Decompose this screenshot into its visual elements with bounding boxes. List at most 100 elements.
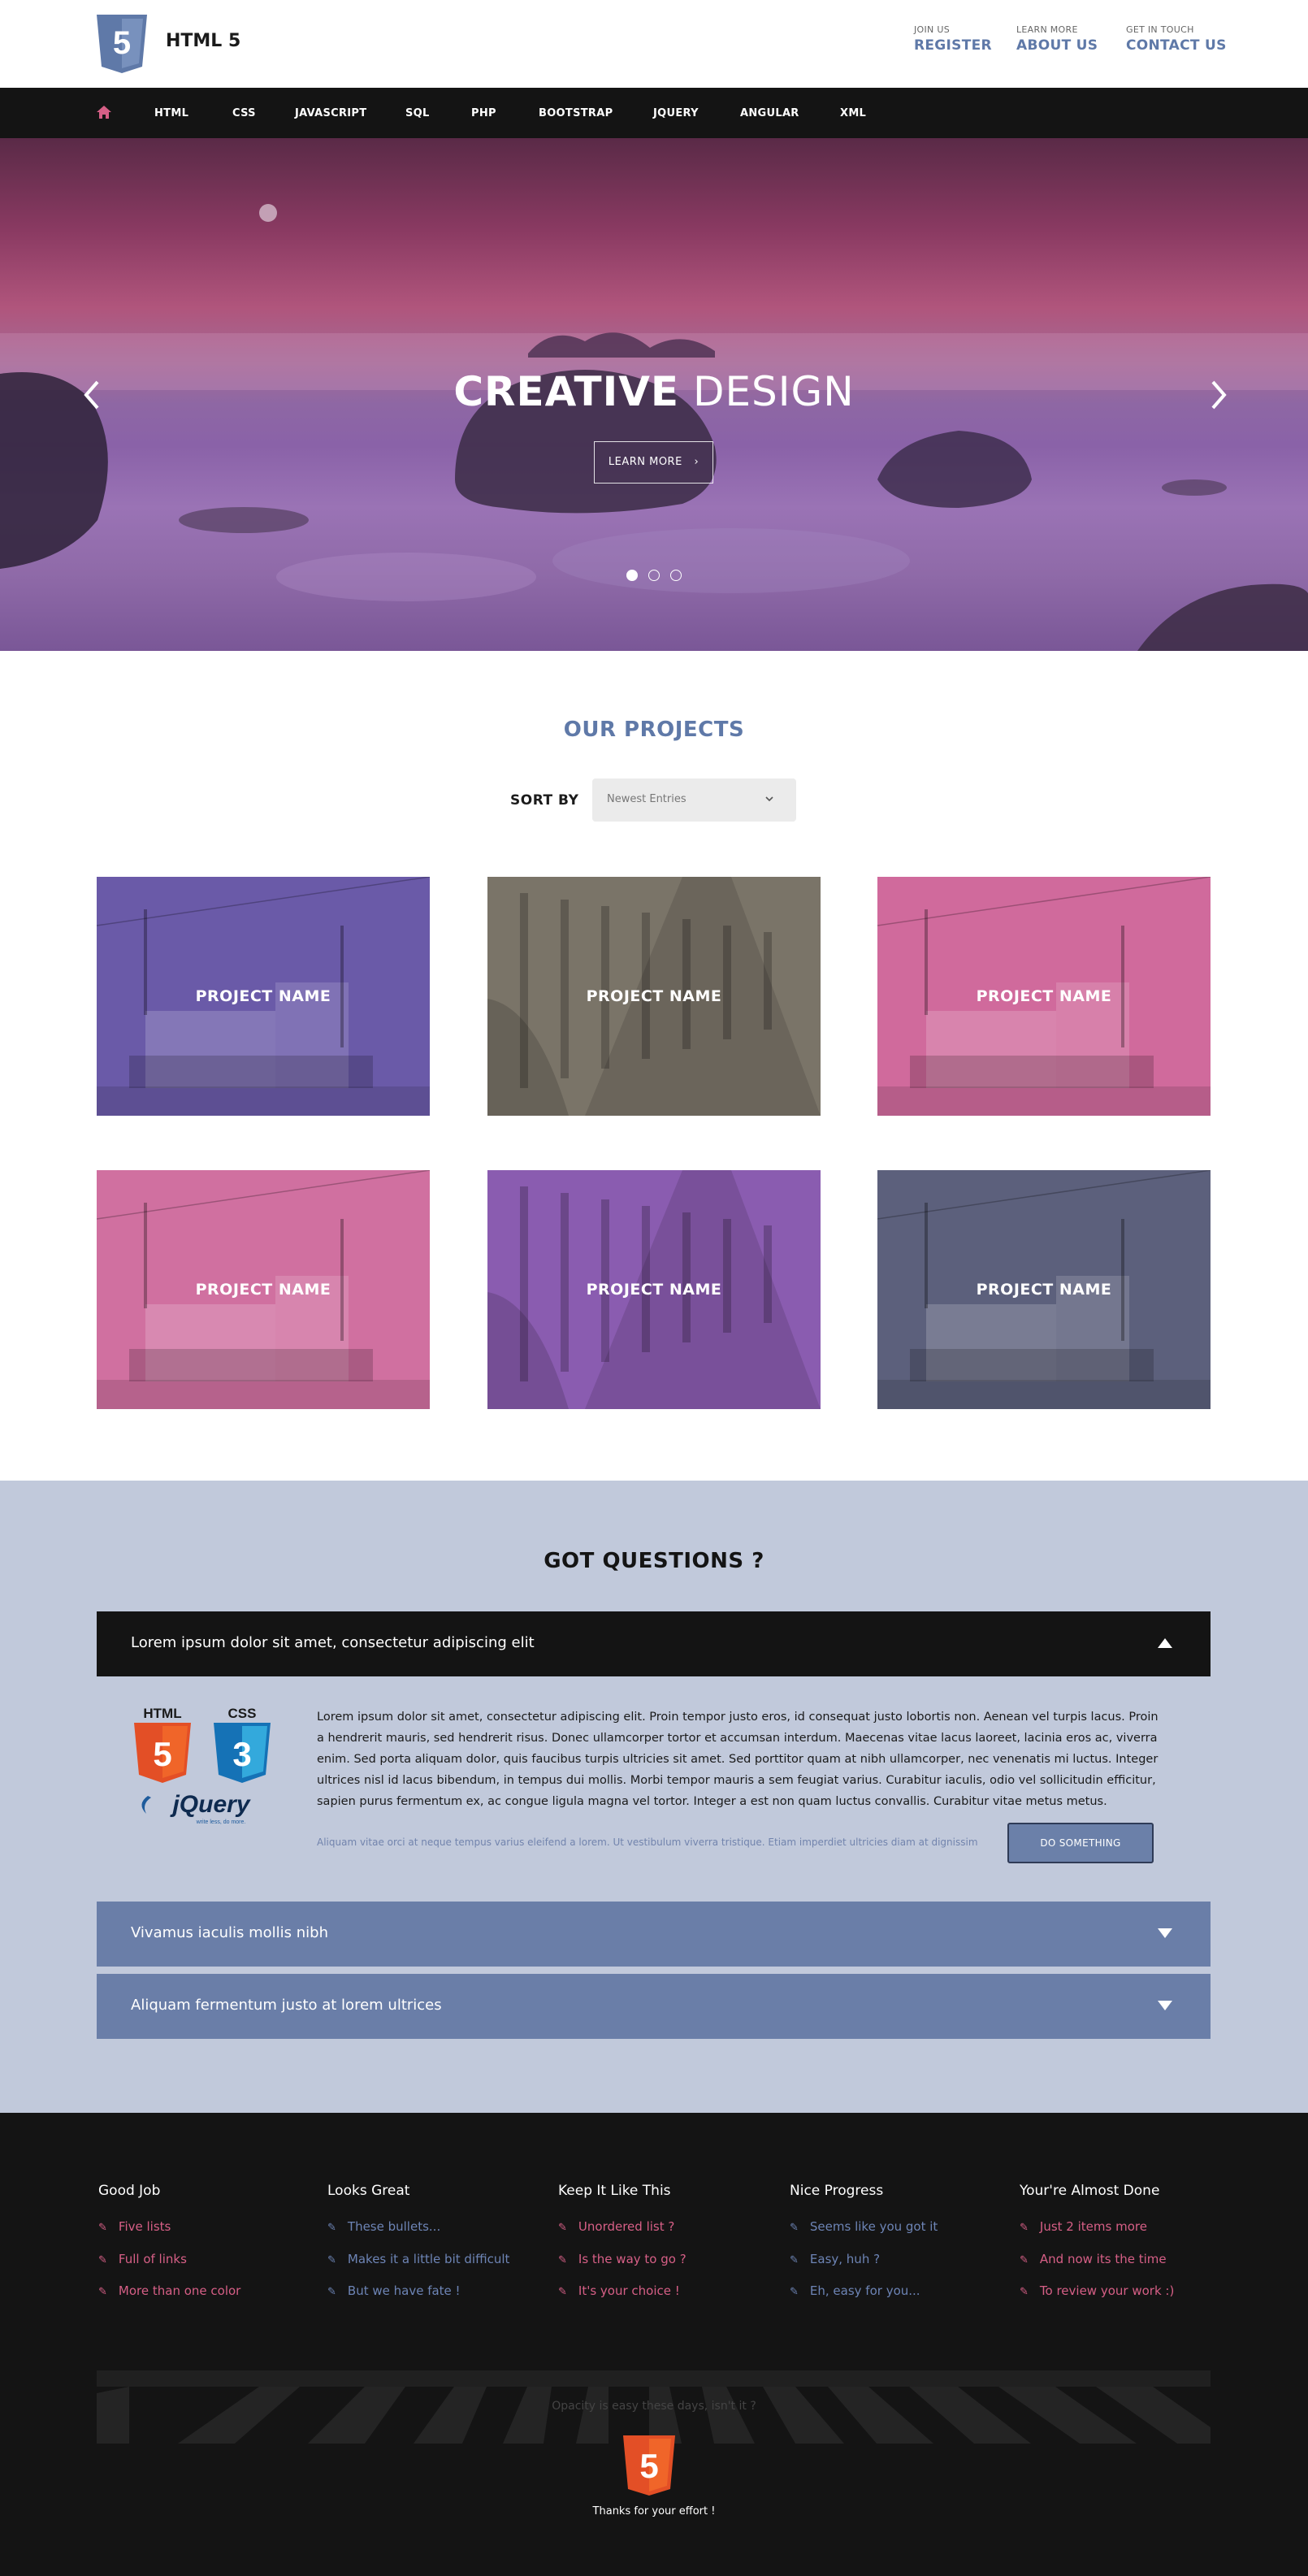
nav-item-xml[interactable]: XML: [840, 107, 866, 119]
svg-text:3: 3: [232, 1735, 251, 1773]
footer-link[interactable]: ✎ Just 2 items more: [1020, 2219, 1147, 2234]
home-icon[interactable]: [97, 106, 111, 119]
nav-item-html[interactable]: HTML: [154, 107, 188, 119]
sort-select-value: Newest Entries: [607, 793, 686, 805]
nav-item-jquery[interactable]: JQUERY: [653, 107, 699, 119]
about-label[interactable]: ABOUT US: [1016, 37, 1098, 54]
footer-link[interactable]: ✎ But we have fate !: [327, 2283, 461, 2298]
footer-link[interactable]: ✎ Makes it a little bit difficult: [327, 2252, 509, 2266]
contact-link[interactable]: GET IN TOUCH CONTACT US: [1126, 24, 1227, 54]
site-name[interactable]: HTML 5: [166, 31, 240, 51]
project-card[interactable]: PROJECT NAME: [487, 877, 821, 1116]
contact-label[interactable]: CONTACT US: [1126, 37, 1227, 54]
jquery-swirl-icon: [141, 1796, 151, 1814]
register-caption: JOIN US: [914, 24, 951, 35]
accordion-open-label: Lorem ipsum dolor sit amet, consectetur …: [131, 1634, 535, 1651]
footer-link[interactable]: ✎ Seems like you got it: [790, 2219, 938, 2234]
footer-link-label: But we have fate !: [347, 2283, 461, 2298]
html5-logo-icon[interactable]: 5: [97, 15, 147, 73]
nav-item-bootstrap[interactable]: BOOTSTRAP: [539, 107, 613, 119]
footer-link[interactable]: ✎ Eh, easy for you...: [790, 2283, 920, 2298]
project-card[interactable]: PROJECT NAME: [487, 1170, 821, 1409]
triangle-down-icon: [1158, 2001, 1172, 2010]
about-caption: LEARN MORE: [1016, 24, 1078, 35]
footer-link-label: Makes it a little bit difficult: [347, 2252, 510, 2266]
footer-link[interactable]: ✎ These bullets...: [327, 2219, 440, 2234]
footer-link-label: Full of links: [118, 2252, 187, 2266]
hero-title: CREATIVE DESIGN: [0, 368, 1308, 415]
sort-select[interactable]: Newest Entries: [592, 778, 796, 822]
footer-link-label: Seems like you got it: [809, 2219, 938, 2234]
register-link[interactable]: JOIN US REGISTER: [914, 24, 992, 54]
footer-link[interactable]: ✎ Full of links: [98, 2252, 187, 2266]
footer-link-label: Easy, huh ?: [809, 2252, 881, 2266]
about-link[interactable]: LEARN MORE ABOUT US: [1016, 24, 1098, 54]
pencil-icon: ✎: [1020, 2222, 1029, 2234]
thanks-text: Thanks for your effort !: [592, 2505, 716, 2517]
pencil-icon: ✎: [327, 2286, 336, 2298]
project-name: PROJECT NAME: [586, 987, 722, 1005]
accordion-footnote: Aliquam vitae orci at neque tempus variu…: [317, 1837, 978, 1848]
footer-link-label: And now its the time: [1039, 2252, 1167, 2266]
register-label[interactable]: REGISTER: [914, 37, 992, 54]
project-name: PROJECT NAME: [976, 987, 1112, 1005]
main-nav: HTML CSS JAVASCRIPT SQL PHP BOOTSTRAP JQ…: [0, 88, 1308, 138]
triangle-up-icon: [1158, 1638, 1172, 1648]
footer-link[interactable]: ✎ More than one color: [98, 2283, 240, 2298]
footer-link[interactable]: ✎ Is the way to go ?: [558, 2252, 686, 2266]
pencil-icon: ✎: [558, 2286, 567, 2298]
project-card[interactable]: PROJECT NAME: [97, 1170, 430, 1409]
nav-item-sql[interactable]: SQL: [405, 107, 430, 119]
pencil-icon: ✎: [558, 2222, 567, 2234]
pencil-icon: ✎: [98, 2286, 107, 2298]
triangle-down-icon: [1158, 1928, 1172, 1938]
footer-logo-digit: 5: [639, 2447, 658, 2485]
slider-dot-3[interactable]: [670, 570, 682, 581]
slider-dot-1[interactable]: [626, 570, 638, 581]
footer-column-title: Keep It Like This: [558, 2183, 671, 2199]
project-card[interactable]: PROJECT NAME: [877, 1170, 1211, 1409]
chevron-down-icon: [765, 796, 773, 802]
project-card[interactable]: PROJECT NAME: [97, 877, 430, 1116]
do-something-button[interactable]: DO SOMETHING: [1007, 1823, 1154, 1863]
footer-link-label: These bullets...: [347, 2219, 441, 2234]
site-header: 5 HTML 5 JOIN US REGISTER LEARN MORE ABO…: [0, 0, 1308, 88]
html-logo-label: HTML: [143, 1706, 181, 1721]
footer-link[interactable]: ✎ It's your choice !: [558, 2283, 680, 2298]
slider-next-arrow-icon[interactable]: [1206, 379, 1231, 411]
footer-link[interactable]: ✎ To review your work :): [1020, 2283, 1174, 2298]
footer-link-label: More than one color: [118, 2283, 241, 2298]
faq-title: GOT QUESTIONS ?: [544, 1549, 764, 1573]
nav-item-javascript[interactable]: JAVASCRIPT: [295, 107, 366, 119]
opacity-caption: Opacity is easy these days, isn't it ?: [552, 2400, 756, 2413]
hero-title-light: DESIGN: [692, 368, 855, 415]
accordion-body-text: Lorem ipsum dolor sit amet, consectetur …: [317, 1711, 1159, 1808]
footer-link-label: To review your work :): [1039, 2283, 1175, 2298]
html5-footer-logo-icon: 5: [623, 2435, 675, 2496]
projects-title: OUR PROJECTS: [563, 718, 745, 742]
hero-title-bold: CREATIVE: [453, 368, 680, 415]
learn-more-button[interactable]: LEARN MORE ›: [594, 441, 713, 484]
accordion-item-open[interactable]: Lorem ipsum dolor sit amet, consectetur …: [97, 1611, 1211, 1676]
footer-link[interactable]: ✎ And now its the time: [1020, 2252, 1167, 2266]
pencil-icon: ✎: [1020, 2254, 1029, 2266]
pencil-icon: ✎: [790, 2222, 799, 2234]
accordion-item-3[interactable]: Aliquam fermentum justo at lorem ultrice…: [97, 1974, 1211, 2039]
footer-link-label: Five lists: [118, 2219, 171, 2234]
footer-link[interactable]: ✎ Five lists: [98, 2219, 171, 2234]
css-logo-label: CSS: [228, 1706, 257, 1721]
jquery-tagline: write less, do more.: [196, 1819, 246, 1825]
pencil-icon: ✎: [327, 2222, 336, 2234]
footer-link[interactable]: ✎ Unordered list ?: [558, 2219, 674, 2234]
slider-prev-arrow-icon[interactable]: [80, 379, 104, 411]
footer-link[interactable]: ✎ Easy, huh ?: [790, 2252, 880, 2266]
jquery-logo-label: jQuery: [169, 1791, 250, 1818]
accordion-item-3-label: Aliquam fermentum justo at lorem ultrice…: [131, 1997, 442, 2014]
nav-item-css[interactable]: CSS: [232, 107, 256, 119]
footer-column-title: Your're Almost Done: [1020, 2183, 1160, 2199]
accordion-item-2[interactable]: Vivamus iaculis mollis nibh: [97, 1902, 1211, 1967]
project-card[interactable]: PROJECT NAME: [877, 877, 1211, 1116]
nav-item-angular[interactable]: ANGULAR: [740, 107, 799, 119]
nav-item-php[interactable]: PHP: [471, 107, 496, 119]
slider-dot-2[interactable]: [648, 570, 660, 581]
